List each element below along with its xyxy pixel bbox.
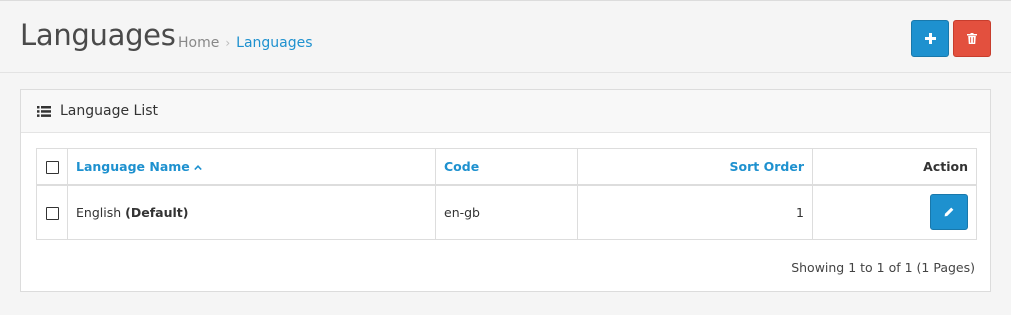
table-header-row: Language Name Code Sort Order Action <box>36 148 977 186</box>
panel-heading: Language List <box>21 90 990 133</box>
language-name-cell: English (Default) <box>67 184 436 240</box>
caret-up-icon <box>193 164 202 170</box>
pagination-info: Showing 1 to 1 of 1 (1 Pages) <box>791 260 975 275</box>
panel-title: Language List <box>60 103 159 119</box>
select-all-cell <box>36 148 68 186</box>
sort-by-sort-order-link[interactable]: Sort Order <box>730 159 804 174</box>
breadcrumb: Home › Languages <box>178 35 313 51</box>
language-table: Language Name Code Sort Order Action Eng… <box>36 148 977 240</box>
language-code-cell: en-gb <box>435 184 578 240</box>
sort-by-name-link[interactable]: Language Name <box>76 159 202 174</box>
breadcrumb-languages[interactable]: Languages <box>236 35 312 51</box>
table-row: English (Default) en-gb 1 <box>36 184 977 240</box>
action-cell <box>812 184 977 240</box>
column-label-name: Language Name <box>76 158 190 174</box>
list-icon <box>37 105 51 117</box>
edit-button[interactable] <box>930 194 968 231</box>
column-header-sort-order: Sort Order <box>577 148 813 186</box>
breadcrumb-home[interactable]: Home <box>178 35 219 51</box>
language-list-panel: Language List Language Name Code Sort Or… <box>20 89 991 292</box>
pencil-icon <box>944 207 954 217</box>
row-select-cell <box>36 184 68 240</box>
add-new-button[interactable] <box>911 20 949 57</box>
sort-by-code-link[interactable]: Code <box>444 159 479 174</box>
breadcrumb-separator-icon: › <box>225 36 231 50</box>
column-header-code: Code <box>435 148 578 186</box>
trash-icon <box>967 33 977 44</box>
column-header-action: Action <box>812 148 977 186</box>
row-checkbox[interactable] <box>45 206 59 220</box>
page-header: Languages Home › Languages <box>0 1 1011 73</box>
select-all-checkbox[interactable] <box>45 160 59 174</box>
language-name: English <box>76 204 122 220</box>
delete-button[interactable] <box>953 20 991 57</box>
sort-order-cell: 1 <box>577 184 813 240</box>
default-label: (Default) <box>125 204 189 220</box>
plus-icon <box>924 33 936 44</box>
page-title: Languages <box>20 18 176 52</box>
column-header-language-name: Language Name <box>67 148 436 186</box>
